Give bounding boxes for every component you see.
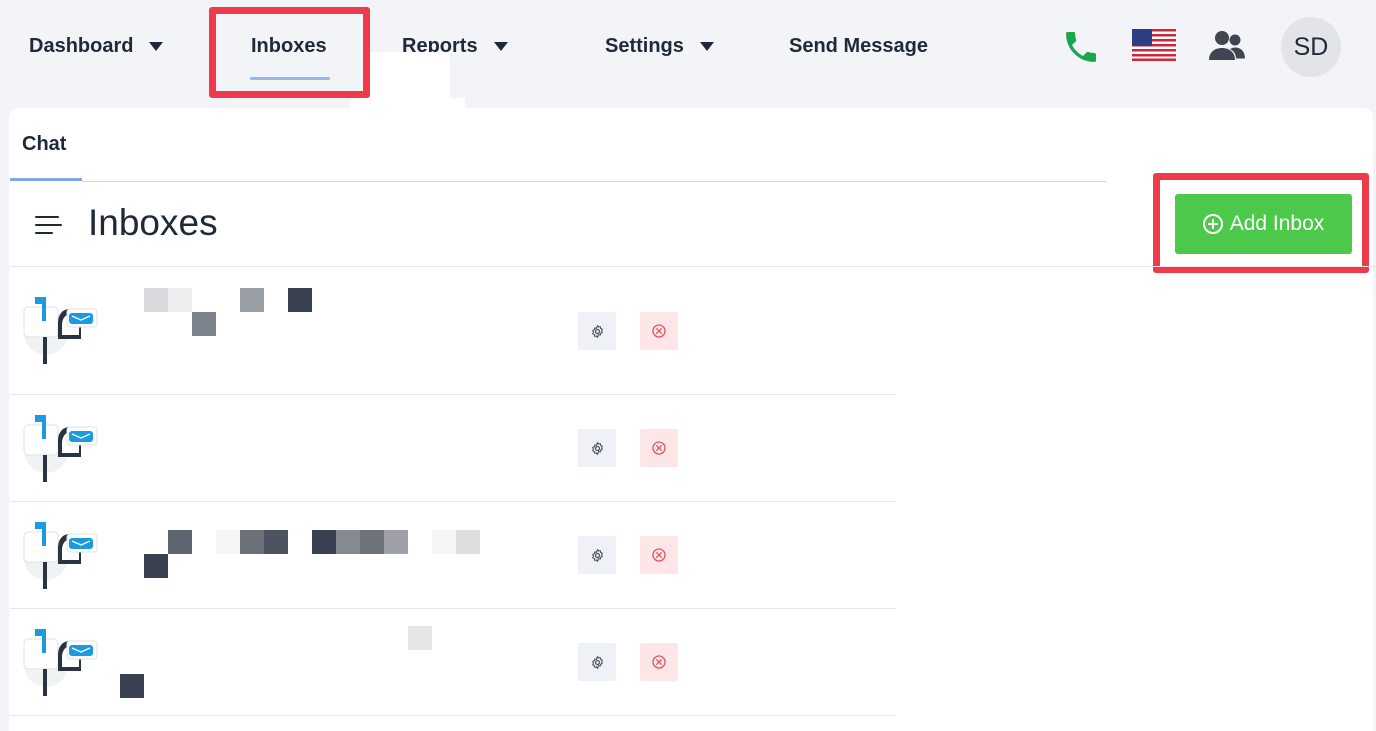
top-navigation: Dashboard Inboxes Reports Settings Send …: [0, 0, 1376, 100]
add-inbox-label: Add Inbox: [1229, 212, 1325, 235]
inbox-delete-button[interactable]: [640, 429, 678, 467]
inbox-settings-button[interactable]: [578, 536, 616, 574]
nav-inboxes-label: Inboxes: [251, 34, 327, 57]
inbox-delete-button[interactable]: [640, 536, 678, 574]
inbox-name-cell: [108, 609, 516, 715]
gear-icon: [591, 324, 603, 338]
close-circle-icon: [652, 655, 666, 669]
redaction-block: [370, 52, 450, 100]
chevron-down-icon: [149, 41, 164, 51]
redaction-pixel: [408, 626, 432, 650]
tab-active-indicator: [10, 178, 82, 181]
tab-divider: [82, 181, 1106, 182]
redaction-pixel: [432, 530, 456, 554]
inbox-name-cell: [108, 502, 516, 608]
mailbox-icon: [23, 522, 98, 589]
redaction-pixel: [312, 530, 336, 554]
redaction-pixel: [384, 530, 408, 554]
add-inbox-button[interactable]: Add Inbox: [1175, 194, 1352, 254]
redaction-block: [350, 98, 465, 203]
avatar-initials: SD: [1293, 32, 1329, 61]
avatar[interactable]: SD: [1281, 17, 1341, 77]
redaction-pixel: [216, 530, 240, 554]
nav-settings[interactable]: Settings: [605, 30, 714, 62]
close-circle-icon: [652, 441, 666, 455]
chevron-down-icon: [493, 41, 508, 51]
tab-chat-label: Chat: [22, 133, 67, 155]
redaction-pixel: [264, 530, 288, 554]
gear-icon: [591, 548, 603, 562]
phone-icon[interactable]: [1060, 26, 1102, 68]
nav-send-message[interactable]: Send Message: [789, 30, 928, 62]
menu-icon[interactable]: [35, 214, 63, 236]
inbox-settings-button[interactable]: [578, 312, 616, 350]
inbox-name-cell: [108, 283, 516, 389]
nav-settings-label: Settings: [605, 34, 684, 57]
mailbox-icon: [23, 415, 98, 482]
redaction-pixel: [336, 530, 360, 554]
redaction-pixel: [168, 530, 192, 554]
page-title: Inboxes: [88, 202, 218, 243]
inbox-delete-button[interactable]: [640, 643, 678, 681]
redaction-pixel: [360, 530, 384, 554]
nav-inboxes[interactable]: Inboxes: [251, 30, 327, 62]
inbox-delete-button[interactable]: [640, 312, 678, 350]
close-circle-icon: [652, 548, 666, 562]
gear-icon: [591, 441, 603, 455]
redaction-pixel: [144, 554, 168, 578]
redaction-pixel: [168, 288, 192, 312]
us-flag-icon[interactable]: [1132, 29, 1176, 61]
tab-chat[interactable]: Chat: [22, 133, 66, 156]
inbox-name-cell: [108, 395, 516, 501]
redaction-block: [1107, 134, 1337, 202]
redaction-pixel: [240, 288, 264, 312]
users-icon[interactable]: [1208, 28, 1246, 62]
inbox-settings-button[interactable]: [578, 643, 616, 681]
nav-send-message-label: Send Message: [789, 34, 928, 57]
inbox-settings-button[interactable]: [578, 429, 616, 467]
plus-circle-icon: [1202, 214, 1223, 234]
redaction-pixel: [192, 312, 216, 336]
redaction-pixel: [456, 530, 480, 554]
close-circle-icon: [652, 324, 666, 338]
nav-active-indicator: [250, 77, 330, 80]
nav-dashboard-label: Dashboard: [29, 34, 134, 57]
row-divider: [10, 715, 896, 716]
redaction-pixel: [144, 288, 168, 312]
mailbox-icon: [23, 629, 98, 696]
redaction-pixel: [288, 288, 312, 312]
nav-dashboard[interactable]: Dashboard: [29, 30, 164, 62]
chevron-down-icon: [699, 41, 714, 51]
mailbox-icon: [23, 297, 98, 364]
gear-icon: [591, 655, 603, 669]
redaction-pixel: [240, 530, 264, 554]
redaction-pixel: [120, 674, 144, 698]
